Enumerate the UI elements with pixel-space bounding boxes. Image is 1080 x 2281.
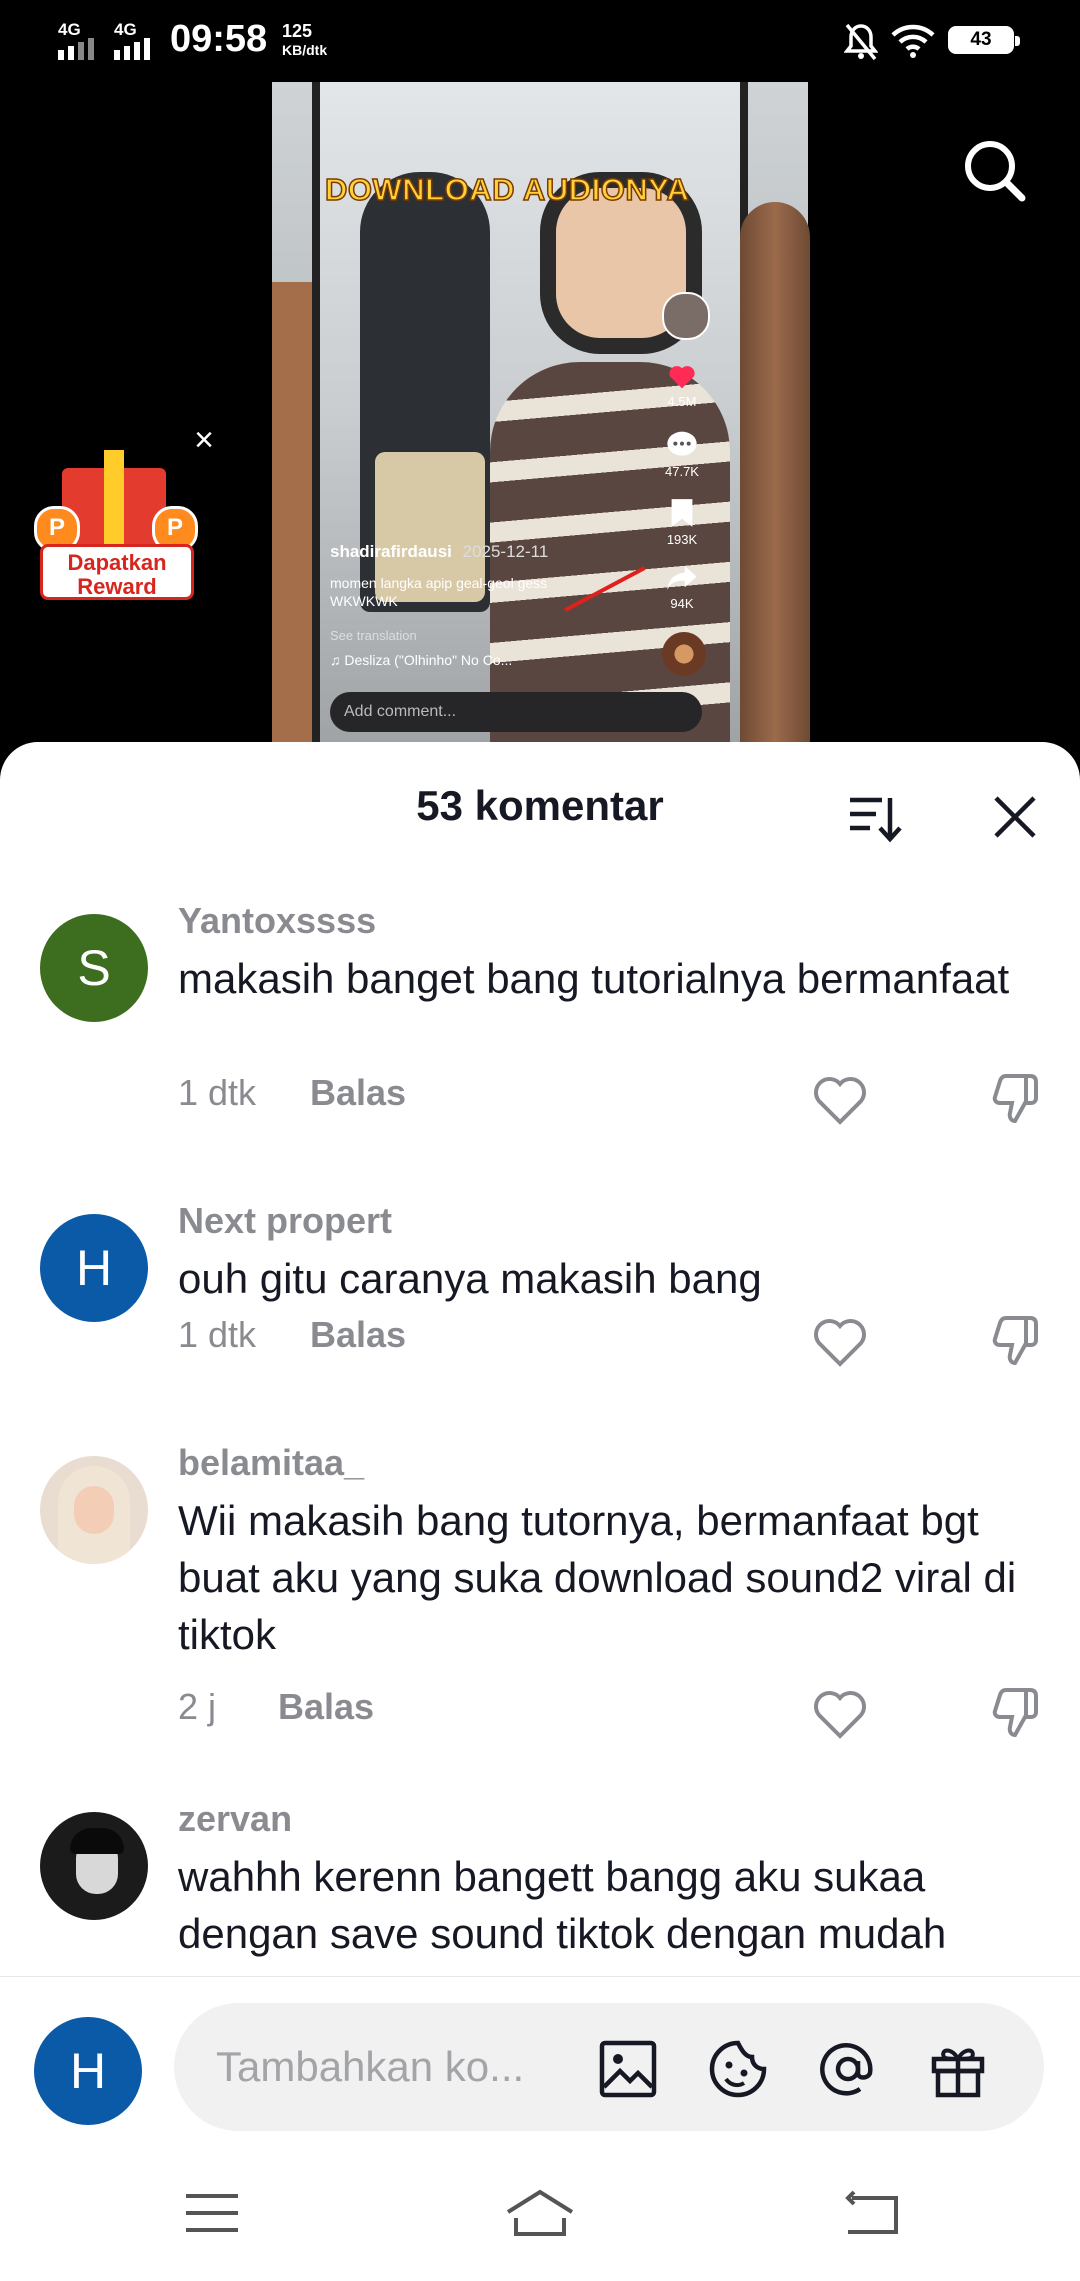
video-comment-icon	[667, 431, 697, 456]
comment-time: 2 j	[178, 1686, 217, 1727]
emoji-icon[interactable]	[708, 2039, 768, 2099]
mute-icon	[844, 23, 878, 61]
comment-time: 1 dtk	[178, 1072, 257, 1113]
gift-icon[interactable]	[928, 2039, 988, 2099]
heart-icon[interactable]	[812, 1074, 868, 1126]
video-bookmark-icon	[671, 499, 693, 527]
avatar-face	[74, 1486, 114, 1534]
reward-promo[interactable]: P P Dapatkan Reward	[22, 440, 202, 620]
avatar-hair	[70, 1828, 124, 1854]
dislike-icon[interactable]	[988, 1070, 1044, 1126]
video-comments-count: 47.7K	[665, 464, 699, 479]
heart-icon[interactable]	[812, 1688, 868, 1740]
avatar[interactable]	[40, 1456, 148, 1564]
comment-input[interactable]: Tambahkan ko...	[174, 2003, 1044, 2131]
video-heart-icon	[669, 366, 695, 389]
video-music: ♫ Desliza ("Olhinho" No Co...	[330, 652, 513, 668]
hand-left	[272, 282, 312, 762]
video-add-comment: Add comment...	[330, 692, 702, 732]
clock: 09:58	[170, 18, 268, 60]
comment-text: Wii makasih bang tutornya, bermanfaat bg…	[178, 1497, 1017, 1658]
sort-icon[interactable]	[846, 792, 902, 844]
dislike-icon[interactable]	[988, 1312, 1044, 1368]
reward-close-icon[interactable]: ×	[188, 423, 220, 457]
video-date: 2025-12-11	[462, 542, 549, 561]
dislike-icon[interactable]	[988, 1684, 1044, 1740]
video-music-disc	[662, 632, 706, 676]
video-likes: 4.5M	[667, 394, 697, 409]
video-shares: 94K	[670, 596, 694, 611]
avatar[interactable]: S	[40, 914, 148, 1022]
status-bar: 4G 4G 09:58 125 KB/dtk 43	[0, 0, 1080, 82]
comment-text: ouh gitu caranya makasih bang	[178, 1255, 762, 1302]
speed-unit: KB/dtk	[282, 42, 328, 58]
video-username: shadirafirdausi 2025-12-11	[330, 542, 548, 562]
video-overlay-text: DOWNLOAD AUDIONYA	[324, 171, 690, 208]
comment-text: makasih banget bang tutorialnya bermanfa…	[178, 955, 1010, 1002]
signal-1-icon	[58, 38, 94, 60]
back-icon[interactable]	[842, 2188, 902, 2238]
video-see-translation: See translation	[330, 628, 417, 643]
signal-2-label: 4G	[114, 20, 137, 39]
search-icon[interactable]	[960, 136, 1030, 206]
reward-label: Dapatkan Reward	[40, 544, 194, 600]
hand-right	[740, 202, 810, 762]
comment-input-placeholder: Tambahkan ko...	[216, 2043, 525, 2090]
comment-username[interactable]: zervan	[178, 1798, 292, 1840]
comment-username[interactable]: Next propert	[178, 1200, 392, 1242]
avatar[interactable]: H	[40, 1214, 148, 1322]
comment-time: 1 dtk	[178, 1314, 257, 1355]
menu-icon[interactable]	[182, 2188, 242, 2238]
gift-ribbon	[104, 450, 124, 548]
comment-text: wahhh kerenn bangett bangg aku sukaa den…	[178, 1853, 947, 1957]
video-avatar	[662, 292, 710, 340]
signal-1-label: 4G	[58, 20, 81, 39]
network-speed: 125 KB/dtk	[282, 22, 327, 59]
comment-username[interactable]: belamitaa_	[178, 1442, 364, 1484]
reply-button[interactable]: Balas	[278, 1686, 374, 1728]
reward-label-line1: Dapatkan	[67, 550, 167, 575]
video-description: momen langka apip geal-geol gess WKWKWK	[330, 575, 548, 609]
video-saves: 193K	[666, 532, 698, 547]
at-icon[interactable]	[818, 2039, 878, 2099]
comment-username[interactable]: Yantoxssss	[178, 900, 376, 942]
wifi-icon	[891, 24, 935, 58]
battery-indicator: 43	[948, 26, 1020, 54]
video-username-text: shadirafirdausi	[330, 542, 452, 561]
close-icon[interactable]	[990, 792, 1040, 842]
image-icon[interactable]	[598, 2039, 658, 2099]
reply-button[interactable]: Balas	[310, 1072, 406, 1114]
heart-icon[interactable]	[812, 1316, 868, 1368]
speed-value: 125	[282, 21, 313, 41]
system-nav-bar	[0, 2150, 1080, 2280]
home-icon[interactable]	[504, 2188, 576, 2238]
video-share-icon	[667, 566, 697, 590]
my-avatar: H	[34, 2017, 142, 2125]
signal-2-icon	[114, 38, 150, 60]
reply-button[interactable]: Balas	[310, 1314, 406, 1356]
reward-label-line2: Reward	[77, 574, 157, 599]
comments-count-title: 53 komentar	[416, 782, 664, 829]
avatar[interactable]	[40, 1812, 148, 1920]
video-player[interactable]: DOWNLOAD AUDIONYA 4.5M 47.7K 193K 94K sh…	[0, 82, 1080, 762]
